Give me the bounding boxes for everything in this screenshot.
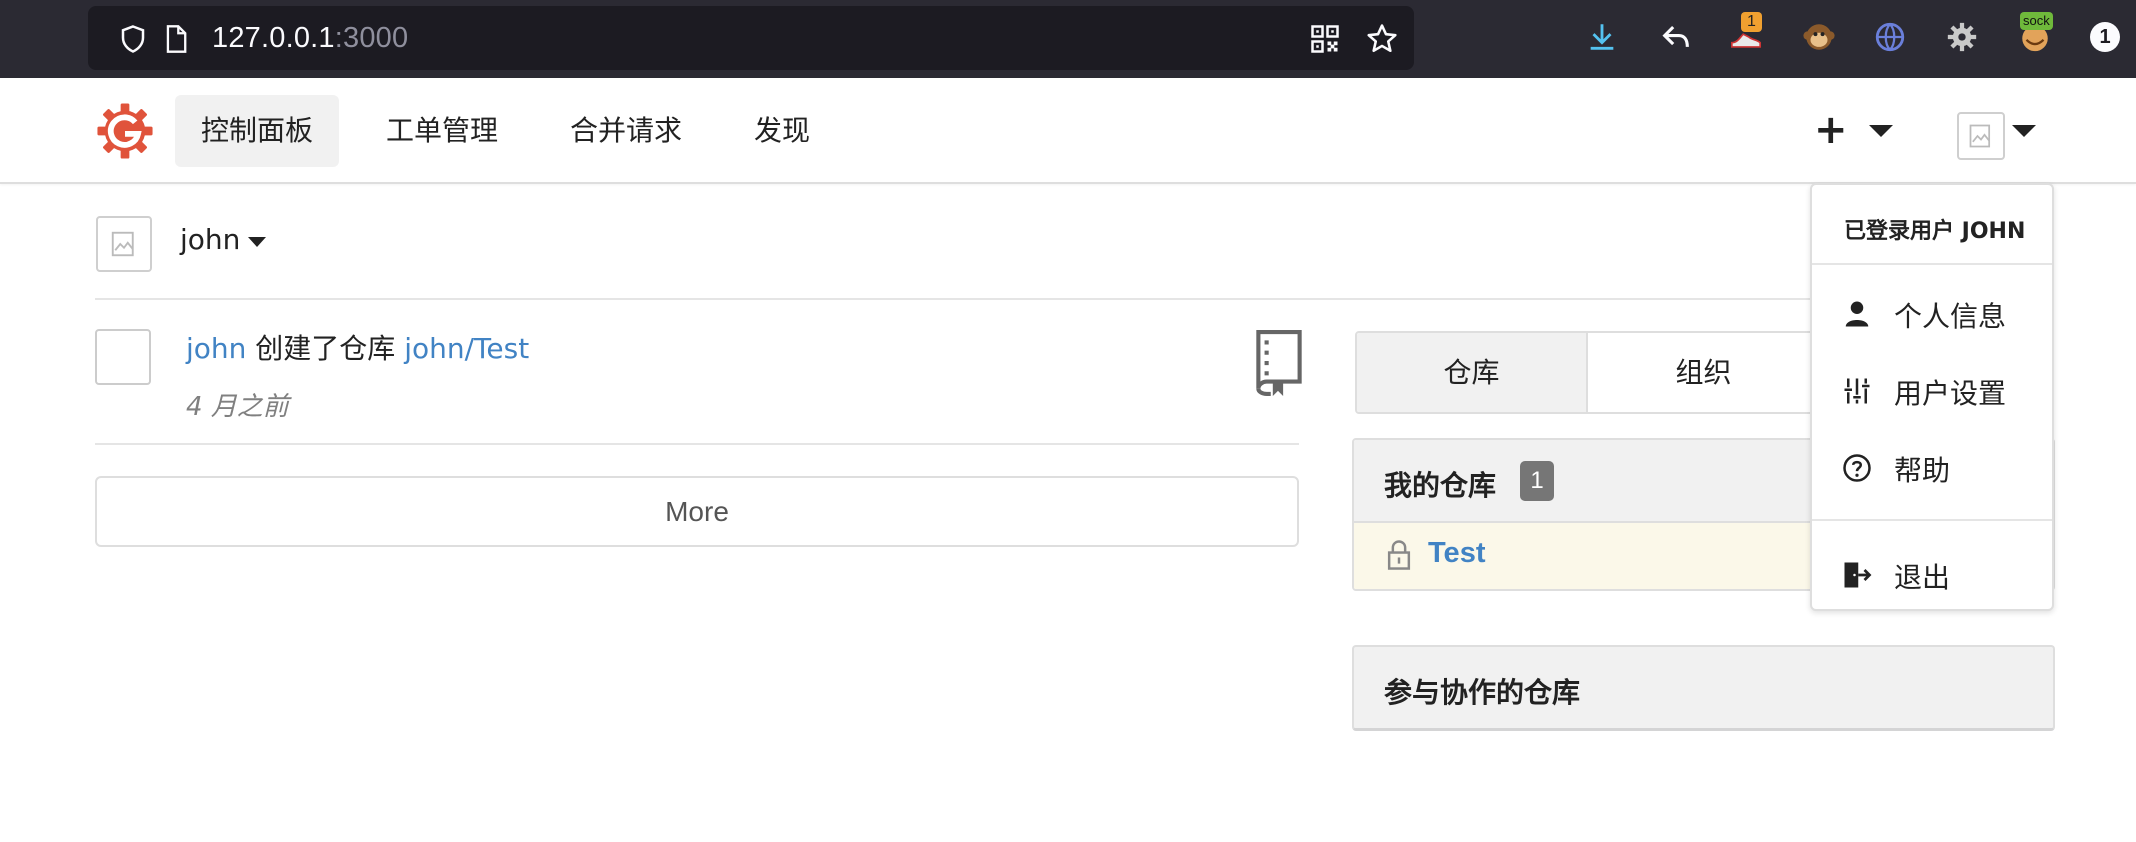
nav-issues[interactable]: 工单管理 xyxy=(360,95,524,167)
create-plus-icon[interactable]: + xyxy=(1814,106,1848,154)
user-dropdown-menu: 已登录用户 JOHN 个人信息 用户设置 帮助 退出 xyxy=(1810,183,2054,611)
more-button[interactable]: More xyxy=(95,476,1299,547)
downloads-icon[interactable] xyxy=(1583,18,1621,56)
browser-toolbar: 127.0.0.1:3000 1 sock 1 xyxy=(0,0,2136,78)
globe-extension-icon[interactable] xyxy=(1871,18,1909,56)
divider xyxy=(95,298,1875,300)
url-text[interactable]: 127.0.0.1:3000 xyxy=(212,22,408,55)
extension-badge: 1 xyxy=(1741,12,1762,32)
context-username[interactable]: john xyxy=(180,223,240,256)
menu-item-profile[interactable]: 个人信息 xyxy=(1812,279,2052,349)
context-caret-icon[interactable] xyxy=(248,237,266,247)
user-avatar[interactable] xyxy=(1957,112,2005,160)
star-bookmark-icon[interactable] xyxy=(1365,22,1399,56)
sock-badge: sock xyxy=(2020,12,2053,30)
user-icon xyxy=(1845,301,1869,327)
nav-pull-requests[interactable]: 合并请求 xyxy=(544,95,708,167)
dashboard-tabs: 仓库 组织 xyxy=(1355,331,1855,414)
nav-explore[interactable]: 发现 xyxy=(728,95,836,167)
menu-item-settings[interactable]: 用户设置 xyxy=(1812,356,2052,426)
collab-repos-title: 参与协作的仓库 xyxy=(1384,676,1581,709)
my-repos-title: 我的仓库 xyxy=(1384,469,1497,502)
gitea-logo[interactable] xyxy=(96,102,154,160)
nav-dashboard[interactable]: 控制面板 xyxy=(175,95,340,167)
sliders-icon xyxy=(1844,378,1870,404)
menu-label-signout: 退出 xyxy=(1894,561,1951,594)
lock-icon xyxy=(1387,540,1411,570)
feed-action-text: 创建了仓库 xyxy=(246,332,405,365)
menu-label-settings: 用户设置 xyxy=(1894,377,2007,410)
question-circle-icon xyxy=(1843,454,1871,482)
menu-label-help: 帮助 xyxy=(1894,454,1951,487)
feed-repo-link[interactable]: john/Test xyxy=(404,332,529,365)
menu-label-profile: 个人信息 xyxy=(1894,300,2007,333)
signed-in-header: 已登录用户 JOHN xyxy=(1812,185,2052,265)
page-icon xyxy=(166,25,187,53)
monkey-extension-icon[interactable] xyxy=(1800,18,1838,56)
url-host: 127.0.0.1 xyxy=(212,22,335,54)
menu-item-help[interactable]: 帮助 xyxy=(1812,433,2052,503)
menu-item-signout[interactable]: 退出 xyxy=(1812,540,2052,610)
gear-icon[interactable] xyxy=(1943,18,1981,56)
create-menu-caret-icon[interactable] xyxy=(1869,125,1893,137)
feed-actor-link[interactable]: john xyxy=(186,332,246,365)
url-port: :3000 xyxy=(334,22,409,54)
feed-avatar[interactable] xyxy=(95,329,151,385)
collaborative-repos-panel: 参与协作的仓库 xyxy=(1352,645,2055,731)
shield-icon[interactable] xyxy=(118,24,148,54)
context-avatar xyxy=(96,216,152,272)
tab-repositories[interactable]: 仓库 xyxy=(1357,333,1588,412)
main-navbar: 控制面板 工单管理 合并请求 发现 + xyxy=(0,78,2136,184)
address-bar[interactable]: 127.0.0.1:3000 xyxy=(88,6,1414,70)
repo-book-icon xyxy=(1256,330,1302,396)
signed-in-label: 已登录用户 JOHN xyxy=(1844,219,2026,244)
back-arrow-icon[interactable] xyxy=(1657,18,1695,56)
repo-count-badge: 1 xyxy=(1520,461,1554,501)
divider xyxy=(95,443,1299,445)
feed-item: john 创建了仓库 john/Test xyxy=(186,327,529,367)
qr-code-icon[interactable] xyxy=(1310,24,1340,54)
feed-timestamp: 4 月之前 xyxy=(186,392,289,422)
sign-out-icon xyxy=(1844,562,1872,588)
menu-divider xyxy=(1812,519,2052,521)
account-badge[interactable]: 1 xyxy=(2090,22,2120,52)
repo-link[interactable]: Test xyxy=(1428,537,1485,570)
user-menu-caret-icon[interactable] xyxy=(2012,125,2036,137)
tab-organizations[interactable]: 组织 xyxy=(1588,333,1819,412)
